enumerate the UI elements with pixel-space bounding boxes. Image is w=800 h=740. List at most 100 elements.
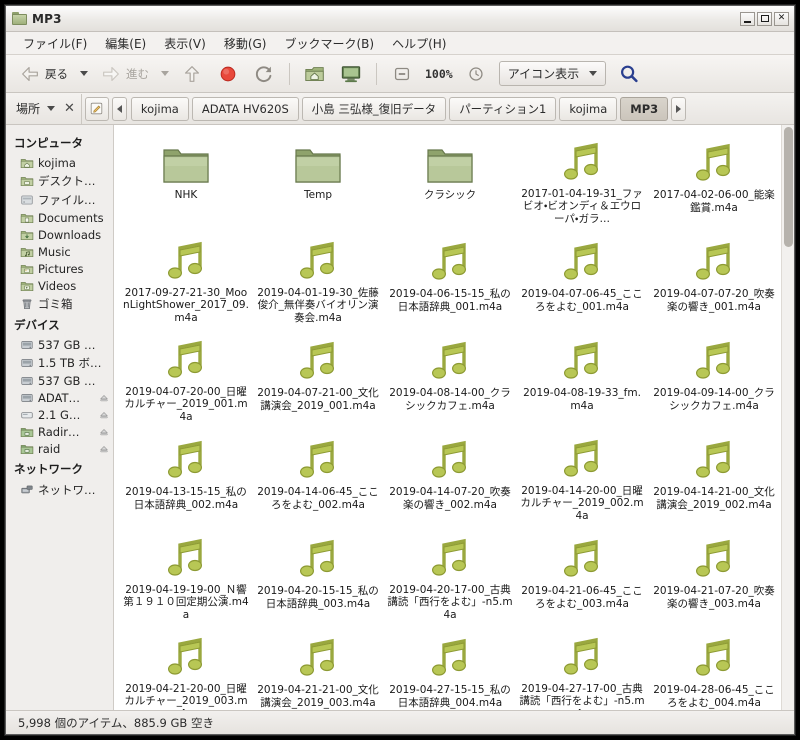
menu-file[interactable]: ファイル(F) — [14, 32, 96, 55]
home-button[interactable] — [298, 60, 332, 87]
file-item[interactable]: 2019-04-08-14-00_クラシックカフェ.m4a — [384, 331, 516, 426]
file-item[interactable]: 2019-04-07-06-45_こころをよむ_001.m4a — [516, 232, 648, 327]
file-item[interactable]: 2019-04-27-15-15_私の日本語辞典_004.m4a — [384, 628, 516, 710]
sidebar-item-pictures[interactable]: Pictures — [6, 260, 113, 277]
breadcrumb-item-5[interactable]: kojima — [559, 96, 618, 121]
sidebar-item-radir[interactable]: Radir… — [6, 423, 113, 440]
folder-item[interactable]: クラシック — [384, 133, 516, 228]
drive-icon — [20, 356, 34, 370]
file-item[interactable]: 2019-04-14-07-20_吹奏楽の響き_002.m4a — [384, 430, 516, 525]
file-label: 2019-04-20-15-15_私の日本語辞典_003.m4a — [257, 585, 379, 610]
file-label: NHK — [174, 189, 198, 201]
view-mode-combo[interactable]: アイコン表示 — [498, 61, 607, 86]
sidebar-item-raid[interactable]: raid — [6, 440, 113, 457]
file-item[interactable]: 2019-04-21-21-00_文化講演会_2019_003.m4a — [252, 628, 384, 710]
computer-button[interactable] — [334, 60, 368, 87]
file-item[interactable]: 2017-04-02-06-00_能楽鑑賞.m4a — [648, 133, 780, 228]
forward-dropdown-icon[interactable] — [161, 71, 169, 76]
sidebar-item-ファイル[interactable]: ファイル… — [6, 190, 113, 209]
close-places-icon[interactable]: ✕ — [61, 101, 81, 116]
sidebar-item-label: Videos — [38, 278, 77, 293]
zoom-out-button[interactable] — [385, 60, 419, 87]
stop-icon — [220, 66, 236, 81]
sidebar-item-label: Documents — [38, 210, 104, 225]
sidebar-item-デスクト[interactable]: デスクト… — [6, 171, 113, 190]
file-item[interactable]: 2019-04-19-19-00_Ｎ響第１９１０回定期公演.m4a — [120, 529, 252, 624]
eject-icon[interactable] — [99, 427, 109, 437]
menu-go[interactable]: 移動(G) — [215, 32, 276, 55]
breadcrumb-item-2[interactable]: ADATA HV620S — [191, 96, 299, 121]
file-item[interactable]: 2017-09-27-21-30_MoonLightShower_2017_09… — [120, 232, 252, 327]
zoom-reset-button[interactable] — [459, 60, 493, 87]
file-item[interactable]: 2019-04-21-07-20_吹奏楽の響き_003.m4a — [648, 529, 780, 624]
file-item[interactable]: 2019-04-13-15-15_私の日本語辞典_002.m4a — [120, 430, 252, 525]
file-item[interactable]: 2019-04-09-14-00_クラシックカフェ.m4a — [648, 331, 780, 426]
up-button[interactable] — [175, 60, 209, 87]
search-button[interactable] — [612, 60, 646, 87]
scrollbar-thumb[interactable] — [784, 127, 793, 247]
file-item[interactable]: 2019-04-08-19-33_fm.m4a — [516, 331, 648, 426]
breadcrumb-item-6[interactable]: MP3 — [620, 96, 669, 121]
file-pane[interactable]: NHK Temp クラシック 2017-01-04-19-31_ファビオ・ビオン… — [114, 125, 794, 710]
menu-edit[interactable]: 編集(E) — [96, 32, 155, 55]
back-button[interactable]: 戻る — [13, 60, 74, 87]
file-label: 2019-04-08-19-33_fm.m4a — [523, 387, 641, 412]
crumb-scroll-right[interactable] — [671, 96, 687, 121]
sidebar-item-downloads[interactable]: Downloads — [6, 226, 113, 243]
forward-button[interactable]: 進む — [94, 60, 155, 87]
reload-button[interactable] — [247, 60, 281, 87]
places-dropdown[interactable]: 場所 — [10, 100, 61, 117]
back-dropdown-icon[interactable] — [80, 71, 88, 76]
file-item[interactable]: 2019-04-14-20-00_日曜カルチャー_2019_002.m4a — [516, 430, 648, 525]
stop-button[interactable] — [211, 60, 245, 87]
crumb-scroll-left[interactable] — [111, 96, 127, 121]
file-item[interactable]: 2019-04-07-20-00_日曜カルチャー_2019_001.m4a — [120, 331, 252, 426]
menu-help[interactable]: ヘルプ(H) — [383, 32, 455, 55]
file-item[interactable]: 2019-04-01-19-30_佐藤俊介_無伴奏バイオリン演奏会.m4a — [252, 232, 384, 327]
breadcrumb-item-4[interactable]: パーティション1 — [449, 96, 557, 121]
breadcrumb-item-3[interactable]: 小島 三弘様_復旧データ — [301, 96, 447, 121]
sidebar-item-21g[interactable]: 2.1 G… — [6, 406, 113, 423]
file-item[interactable]: 2019-04-28-06-45_こころをよむ_004.m4a — [648, 628, 780, 710]
sidebar-item-ゴミ箱[interactable]: ゴミ箱 — [6, 294, 113, 313]
menu-view[interactable]: 表示(V) — [155, 32, 215, 55]
eject-icon[interactable] — [99, 393, 109, 403]
eject-icon[interactable] — [99, 410, 109, 420]
breadcrumb-item-1[interactable]: kojima — [130, 96, 189, 121]
music-note-icon — [431, 538, 467, 576]
music-note-icon — [167, 637, 203, 675]
file-item[interactable]: 2019-04-21-06-45_こころをよむ_003.m4a — [516, 529, 648, 624]
file-item[interactable]: 2019-04-14-21-00_文化講演会_2019_002.m4a — [648, 430, 780, 525]
file-item[interactable]: 2019-04-06-15-15_私の日本語辞典_001.m4a — [384, 232, 516, 327]
music-note-icon — [429, 532, 471, 581]
file-item[interactable]: 2019-04-20-17-00_古典講読「西行をよむ」-n5.m4a — [384, 529, 516, 624]
folder-item[interactable]: NHK — [120, 133, 252, 228]
minimize-button[interactable] — [740, 11, 755, 26]
close-button[interactable]: ✕ — [774, 11, 789, 26]
folder-item[interactable]: Temp — [252, 133, 384, 228]
sidebar-item-537gb[interactable]: 537 GB … — [6, 336, 113, 353]
sidebar-item-videos[interactable]: Videos — [6, 277, 113, 294]
sidebar-item-adat[interactable]: ADAT… — [6, 389, 113, 406]
file-item[interactable]: 2019-04-21-20-00_日曜カルチャー_2019_003.m4a — [120, 628, 252, 710]
file-item[interactable]: 2019-04-20-15-15_私の日本語辞典_003.m4a — [252, 529, 384, 624]
sidebar-item-15tbボ[interactable]: 1.5 TB ボ… — [6, 353, 113, 372]
sidebar-item-documents[interactable]: Documents — [6, 209, 113, 226]
music-note-icon — [695, 143, 731, 181]
file-item[interactable]: 2019-04-14-06-45_こころをよむ_002.m4a — [252, 430, 384, 525]
sidebar-item-music[interactable]: Music — [6, 243, 113, 260]
menu-bookmarks[interactable]: ブックマーク(B) — [275, 32, 383, 55]
file-item[interactable]: 2017-01-04-19-31_ファビオ・ビオンディ＆エウローパ・ガラ… — [516, 133, 648, 228]
vertical-scrollbar[interactable] — [781, 125, 794, 710]
file-item[interactable]: 2019-04-27-17-00_古典講読「西行をよむ」-n5.m4a — [516, 628, 648, 710]
eject-icon[interactable] — [99, 444, 109, 454]
path-edit-button[interactable] — [84, 96, 109, 121]
music-folder-icon — [20, 245, 34, 259]
sidebar-item-ネットワ[interactable]: ネットワ… — [6, 480, 113, 499]
file-item[interactable]: 2019-04-07-21-00_文化講演会_2019_001.m4a — [252, 331, 384, 426]
music-note-icon — [563, 341, 599, 379]
sidebar-item-537gb[interactable]: 537 GB … — [6, 372, 113, 389]
file-item[interactable]: 2019-04-07-07-20_吹奏楽の響き_001.m4a — [648, 232, 780, 327]
maximize-button[interactable] — [757, 11, 772, 26]
sidebar-item-kojima[interactable]: kojima — [6, 154, 113, 171]
